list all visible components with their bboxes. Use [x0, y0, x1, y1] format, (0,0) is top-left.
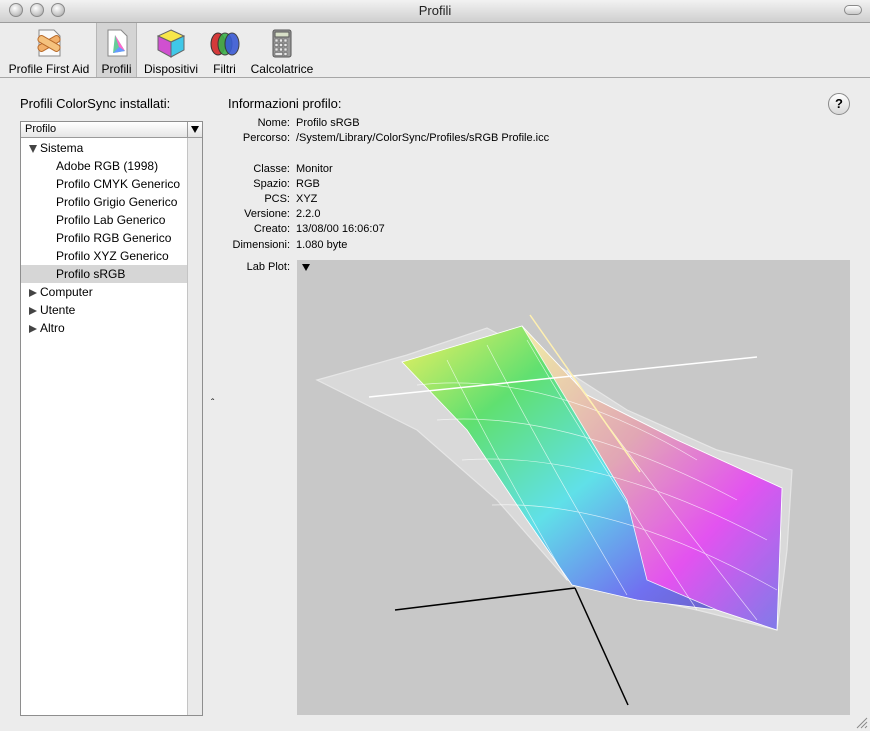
tree-group-label: Utente — [40, 303, 76, 317]
plot-label: Lab Plot: — [246, 261, 290, 273]
field-key: Versione: — [244, 208, 290, 220]
disclosure-triangle-icon[interactable] — [29, 324, 37, 333]
tree-group-label: Altro — [40, 321, 65, 335]
window-title: Profili — [418, 3, 452, 18]
first-aid-icon — [37, 29, 61, 57]
profile-document-icon — [107, 29, 127, 57]
toolbar-item-profile-first-aid[interactable]: Profile First Aid — [4, 23, 94, 77]
calculator-icon — [272, 29, 292, 58]
toolbar-item-filtri[interactable]: Filtri — [205, 23, 244, 77]
toolbar: Profile First Aid Profili Dispositivi Fi… — [0, 23, 870, 78]
field-value-dimensioni: 1.080 byte — [296, 239, 348, 251]
toolbar-label: Calcolatrice — [250, 62, 314, 76]
help-button[interactable]: ? — [828, 93, 850, 115]
field-value-versione: 2.2.0 — [296, 208, 321, 220]
profili-window: Profili Profile First Aid Profili Dispos… — [0, 0, 870, 731]
disclosure-triangle-icon[interactable] — [29, 144, 37, 153]
field-key: Percorso: — [242, 132, 290, 144]
sidebar-title: Profili ColorSync installati: — [20, 96, 171, 111]
plot-menu-arrow-icon[interactable] — [302, 264, 310, 271]
toolbar-item-profili[interactable]: Profili — [96, 23, 137, 77]
field-value-nome: Profilo sRGB — [296, 117, 360, 129]
field-key: Nome: — [257, 117, 290, 129]
tree-group-computer[interactable]: Computer — [21, 283, 196, 301]
resize-grip-icon[interactable] — [856, 717, 868, 729]
field-value-classe: Monitor — [296, 163, 333, 175]
lab-gamut-plot — [315, 314, 793, 706]
field-key: Creato: — [253, 223, 290, 235]
disclosure-triangle-icon[interactable] — [29, 288, 37, 297]
field-key: Classe: — [253, 163, 290, 175]
toolbar-label: Profili — [101, 62, 132, 76]
axis-line-black-left — [394, 587, 576, 611]
field-key: PCS: — [264, 193, 290, 205]
field-value-spazio: RGB — [296, 178, 320, 190]
info-title: Informazioni profilo: — [228, 96, 342, 111]
lab-plot-canvas[interactable] — [297, 260, 850, 715]
devices-cube-icon — [156, 29, 186, 58]
disclosure-triangle-icon[interactable] — [29, 306, 37, 315]
toolbar-label: Profile First Aid — [8, 62, 90, 76]
field-value-creato: 13/08/00 16:06:07 — [296, 223, 385, 235]
filters-icon — [210, 32, 239, 56]
field-key: Spazio: — [253, 178, 290, 190]
toolbar-item-dispositivi[interactable]: Dispositivi — [139, 23, 203, 77]
toolbar-label: Dispositivi — [143, 62, 198, 76]
toolbar-label: Filtri — [213, 62, 236, 76]
axis-line-black-down — [574, 587, 629, 706]
tree-group-label: Computer — [40, 285, 93, 299]
title-bar[interactable]: Profili — [0, 0, 870, 23]
split-view-handle[interactable]: ˆ — [211, 398, 214, 409]
field-value-pcs: XYZ — [296, 193, 318, 205]
tree-group-utente[interactable]: Utente — [21, 301, 196, 319]
field-key: Dimensioni: — [232, 239, 290, 251]
tree-group-altro[interactable]: Altro — [21, 319, 196, 337]
toolbar-item-calcolatrice[interactable]: Calcolatrice — [246, 23, 318, 77]
field-value-percorso: /System/Library/ColorSync/Profiles/sRGB … — [296, 132, 550, 144]
toolbar-toggle-button[interactable] — [844, 5, 862, 15]
